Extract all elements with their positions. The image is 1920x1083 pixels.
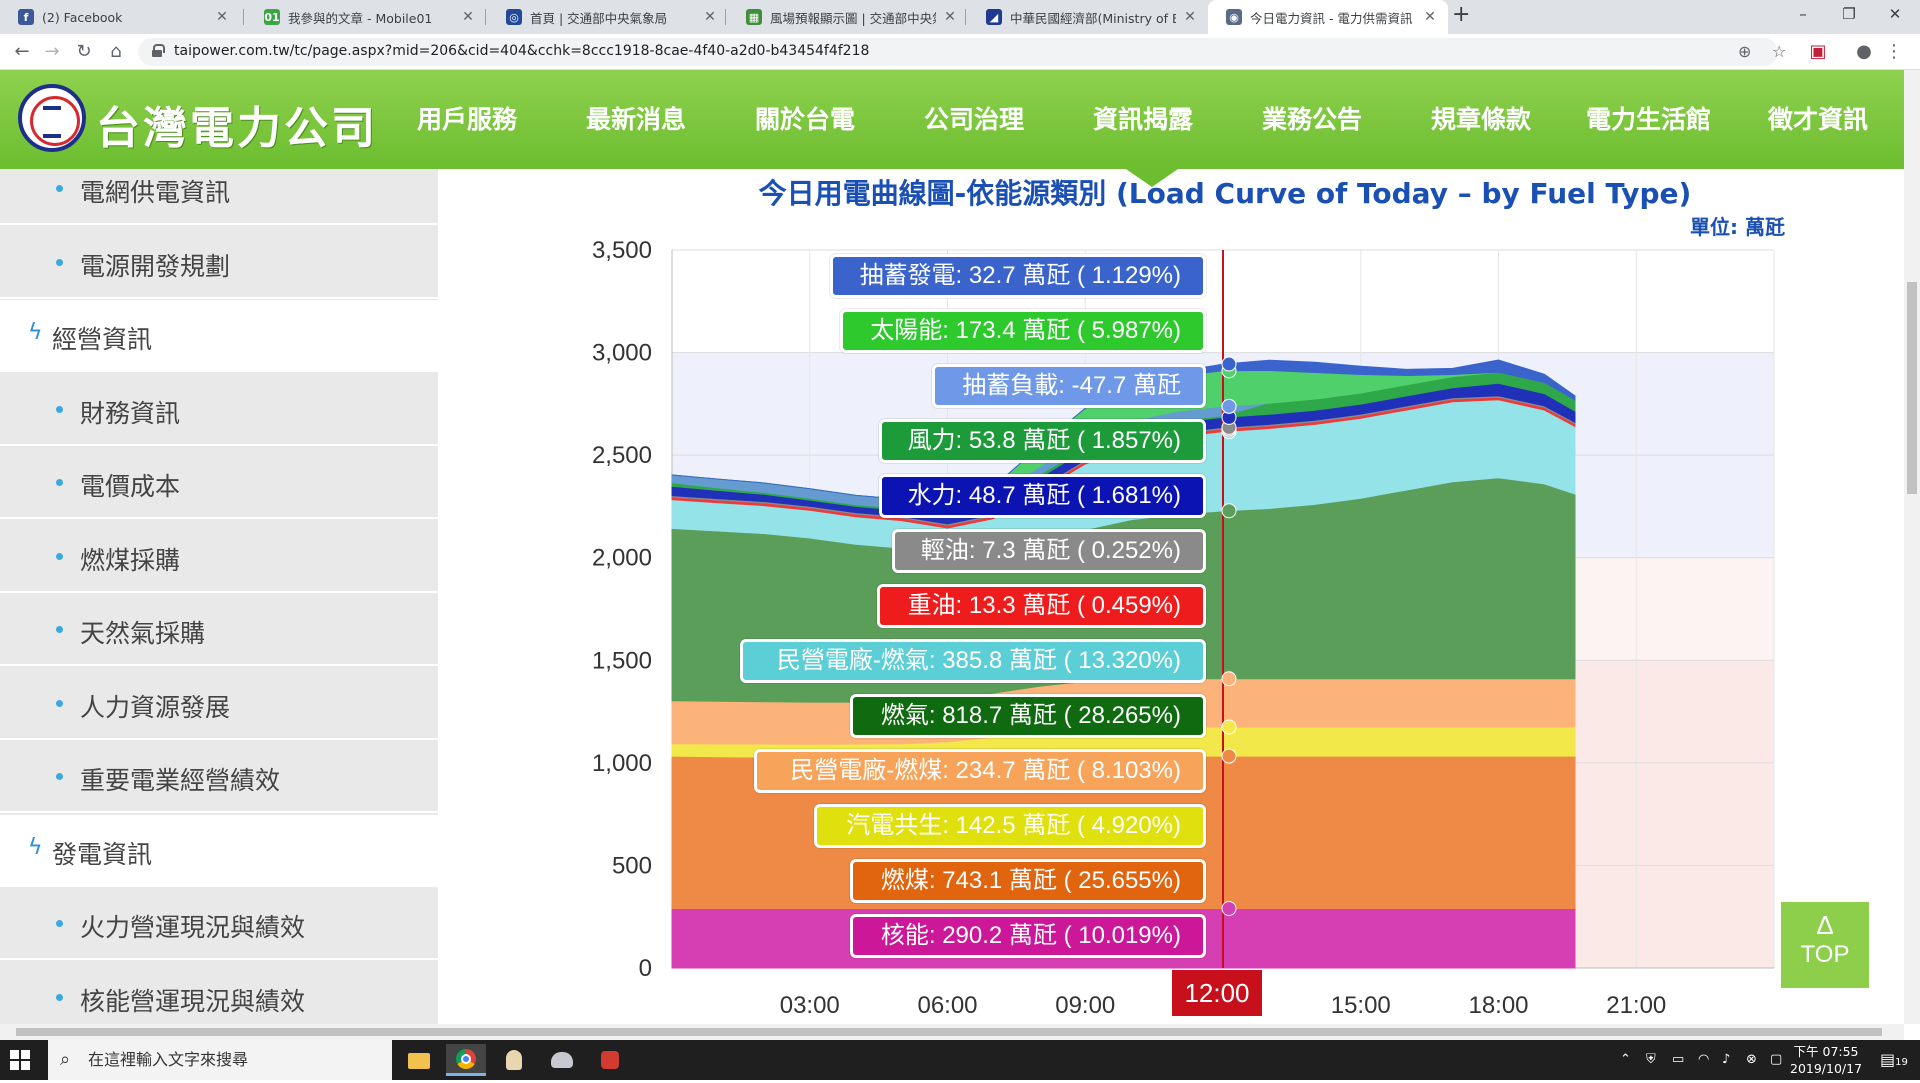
y-tick-label: 0 bbox=[639, 955, 652, 982]
tray-security-icon[interactable]: ⛨ bbox=[1646, 1040, 1656, 1080]
tooltip-label: 風力: 53.8 萬瓩 ( 1.857%) bbox=[879, 419, 1206, 463]
series-marker bbox=[1221, 671, 1237, 687]
horizontal-scroll-thumb[interactable] bbox=[16, 1028, 1882, 1036]
back-to-top-label: TOP bbox=[1800, 941, 1850, 968]
app-icon-red[interactable] bbox=[590, 1044, 630, 1076]
series-marker bbox=[1221, 356, 1237, 372]
y-tick-label: 1,500 bbox=[592, 647, 652, 674]
taskbar-clock[interactable]: 下午 07:55 2019/10/17 bbox=[1790, 1043, 1862, 1077]
y-tick-label: 2,500 bbox=[592, 442, 652, 469]
tooltip-label: 燃煤: 743.1 萬瓩 ( 25.655%) bbox=[850, 859, 1206, 903]
y-tick-label: 500 bbox=[612, 852, 652, 879]
horizontal-scrollbar[interactable] bbox=[0, 1024, 1904, 1040]
clock-time: 下午 07:55 bbox=[1793, 1044, 1859, 1059]
tray-battery-icon[interactable]: ▭ bbox=[1672, 1040, 1684, 1080]
tray-wifi-icon[interactable]: ◠ bbox=[1698, 1040, 1709, 1080]
tooltip-label: 輕油: 7.3 萬瓩 ( 0.252%) bbox=[892, 529, 1206, 573]
vertical-scrollbar[interactable] bbox=[1904, 70, 1920, 1024]
y-tick-label: 1,000 bbox=[592, 750, 652, 777]
tooltip-label: 重油: 13.3 萬瓩 ( 0.459%) bbox=[877, 584, 1206, 628]
series-marker bbox=[1221, 719, 1237, 735]
x-tick-label: 03:00 bbox=[780, 992, 840, 1019]
tooltip-label: 抽蓄發電: 32.7 萬瓩 ( 1.129%) bbox=[830, 254, 1206, 298]
notification-center-icon[interactable]: ▤19 bbox=[1880, 1040, 1908, 1080]
y-tick-label: 2,000 bbox=[592, 545, 652, 572]
x-tick-label: 18:00 bbox=[1468, 992, 1528, 1019]
windows-start-icon[interactable] bbox=[10, 1050, 30, 1070]
search-icon: ⌕ bbox=[60, 1049, 71, 1070]
tooltip-label: 太陽能: 173.4 萬瓩 ( 5.987%) bbox=[840, 309, 1206, 353]
x-tick-label: 15:00 bbox=[1331, 992, 1391, 1019]
chrome-icon[interactable] bbox=[446, 1044, 486, 1076]
y-tick-label: 3,500 bbox=[592, 237, 652, 264]
app-icon-figure[interactable] bbox=[494, 1044, 534, 1076]
tooltip-label: 核能: 290.2 萬瓩 ( 10.019%) bbox=[850, 914, 1206, 958]
app-icon-helmet[interactable] bbox=[542, 1044, 582, 1076]
taskbar-search-box[interactable]: ⌕ 在這裡輸入文字來搜尋 bbox=[48, 1040, 392, 1080]
tooltip-label: 民營電廠-燃煤: 234.7 萬瓩 ( 8.103%) bbox=[754, 749, 1206, 793]
up-arrow-icon: Δ bbox=[1816, 910, 1834, 940]
series-marker bbox=[1221, 748, 1237, 764]
tray-chevron-icon[interactable]: ⌃ bbox=[1620, 1040, 1631, 1080]
tooltip-label: 抽蓄負載: -47.7 萬瓩 bbox=[932, 364, 1206, 408]
taskbar-search-placeholder: 在這裡輸入文字來搜尋 bbox=[88, 1050, 249, 1069]
x-tick-label: 09:00 bbox=[1055, 992, 1115, 1019]
vertical-scroll-thumb[interactable] bbox=[1907, 282, 1917, 494]
tray-display-icon[interactable]: ▢ bbox=[1770, 1040, 1782, 1080]
tooltip-label: 水力: 48.7 萬瓩 ( 1.681%) bbox=[879, 474, 1206, 518]
windows-taskbar: ⌕ 在這裡輸入文字來搜尋 ⌃ ⛨ ▭ ◠ ♪ ⊗ ▢ 下午 07:55 2019… bbox=[0, 1040, 1920, 1080]
notification-count: 19 bbox=[1895, 1057, 1908, 1068]
series-marker bbox=[1221, 901, 1237, 917]
y-tick-label: 3,000 bbox=[592, 340, 652, 367]
tray-volume-icon[interactable]: ♪ bbox=[1722, 1040, 1730, 1080]
tooltip-label: 燃氣: 818.7 萬瓩 ( 28.265%) bbox=[850, 694, 1206, 738]
tooltip-label: 汽電共生: 142.5 萬瓩 ( 4.920%) bbox=[814, 804, 1206, 848]
x-tick-label: 21:00 bbox=[1606, 992, 1666, 1019]
crosshair-time-label: 12:00 bbox=[1172, 970, 1262, 1016]
tooltip-label: 民營電廠-燃氣: 385.8 萬瓩 ( 13.320%) bbox=[740, 639, 1206, 683]
series-marker bbox=[1221, 398, 1237, 414]
file-explorer-icon[interactable] bbox=[398, 1044, 438, 1076]
series-marker bbox=[1221, 503, 1237, 519]
x-tick-label: 06:00 bbox=[917, 992, 977, 1019]
back-to-top-button[interactable]: Δ TOP bbox=[1781, 902, 1869, 988]
clock-date: 2019/10/17 bbox=[1790, 1061, 1863, 1076]
tray-ime-icon[interactable]: ⊗ bbox=[1746, 1040, 1757, 1080]
